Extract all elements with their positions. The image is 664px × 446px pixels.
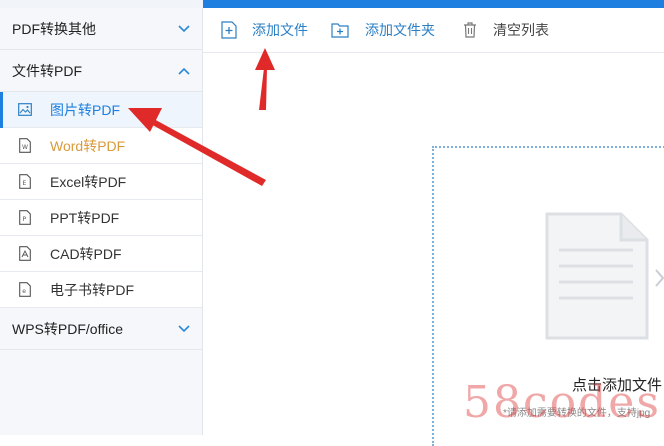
- sidebar-group-wps-to-pdf-office[interactable]: WPS转PDF/office: [0, 308, 202, 350]
- sidebar-group-file-to-pdf[interactable]: 文件转PDF: [0, 50, 202, 92]
- excel-file-icon: E: [18, 174, 32, 190]
- sidebar-item-excel-to-pdf[interactable]: E Excel转PDF: [0, 164, 202, 200]
- sidebar-item-word-to-pdf[interactable]: W Word转PDF: [0, 128, 202, 164]
- sidebar-item-label: PPT转PDF: [50, 209, 120, 226]
- sidebar-item-label: 电子书转PDF: [50, 281, 134, 298]
- clear-list-button[interactable]: 清空列表: [461, 8, 549, 52]
- sidebar-group-pdf-to-other[interactable]: PDF转换其他: [0, 8, 202, 50]
- trash-icon: [464, 22, 476, 38]
- toolbar: 添加文件 添加文件夹 清空列表: [203, 8, 664, 53]
- ppt-file-icon: P: [18, 210, 32, 226]
- add-file-label: 添加文件: [252, 22, 308, 38]
- annotation-arrow-to-add-file: [255, 48, 275, 110]
- add-file-button[interactable]: 添加文件: [220, 8, 308, 52]
- sidebar-item-label: Excel转PDF: [50, 173, 127, 190]
- sidebar-group-label: PDF转换其他: [12, 20, 96, 37]
- document-placeholder-icon: [545, 212, 649, 340]
- add-folder-icon: [331, 23, 349, 38]
- chevron-right-icon: [655, 269, 664, 287]
- sidebar: PDF转换其他 文件转PDF 图片转PDF W Word转PDF E Excel…: [0, 8, 203, 435]
- svg-text:e: e: [22, 288, 26, 295]
- add-folder-label: 添加文件夹: [365, 22, 435, 38]
- active-indicator: [0, 92, 3, 128]
- word-file-icon: W: [18, 138, 32, 154]
- image-icon: [18, 102, 32, 118]
- chevron-down-icon: [178, 23, 190, 35]
- add-folder-button[interactable]: 添加文件夹: [331, 8, 435, 52]
- ebook-file-icon: e: [18, 282, 32, 298]
- add-file-icon: [221, 21, 237, 39]
- sidebar-group-label: WPS转PDF/office: [12, 320, 123, 337]
- sidebar-item-image-to-pdf[interactable]: 图片转PDF: [0, 92, 202, 128]
- watermark: 58codes: [463, 377, 661, 428]
- sidebar-item-label: Word转PDF: [50, 137, 126, 154]
- chevron-up-icon: [178, 65, 190, 77]
- sidebar-item-cad-to-pdf[interactable]: CAD转PDF: [0, 236, 202, 272]
- sidebar-item-ebook-to-pdf[interactable]: e 电子书转PDF: [0, 272, 202, 308]
- clear-list-label: 清空列表: [493, 22, 549, 38]
- pdf-file-icon: [18, 246, 32, 262]
- sidebar-group-label: 文件转PDF: [12, 62, 82, 79]
- top-strip: [0, 0, 664, 8]
- svg-text:W: W: [22, 144, 28, 151]
- svg-text:P: P: [23, 216, 27, 223]
- top-accent-bar: [203, 0, 664, 8]
- sidebar-item-label: 图片转PDF: [50, 101, 120, 118]
- chevron-down-icon: [178, 323, 190, 335]
- sidebar-item-label: CAD转PDF: [50, 245, 122, 262]
- svg-text:E: E: [23, 180, 27, 187]
- sidebar-item-ppt-to-pdf[interactable]: P PPT转PDF: [0, 200, 202, 236]
